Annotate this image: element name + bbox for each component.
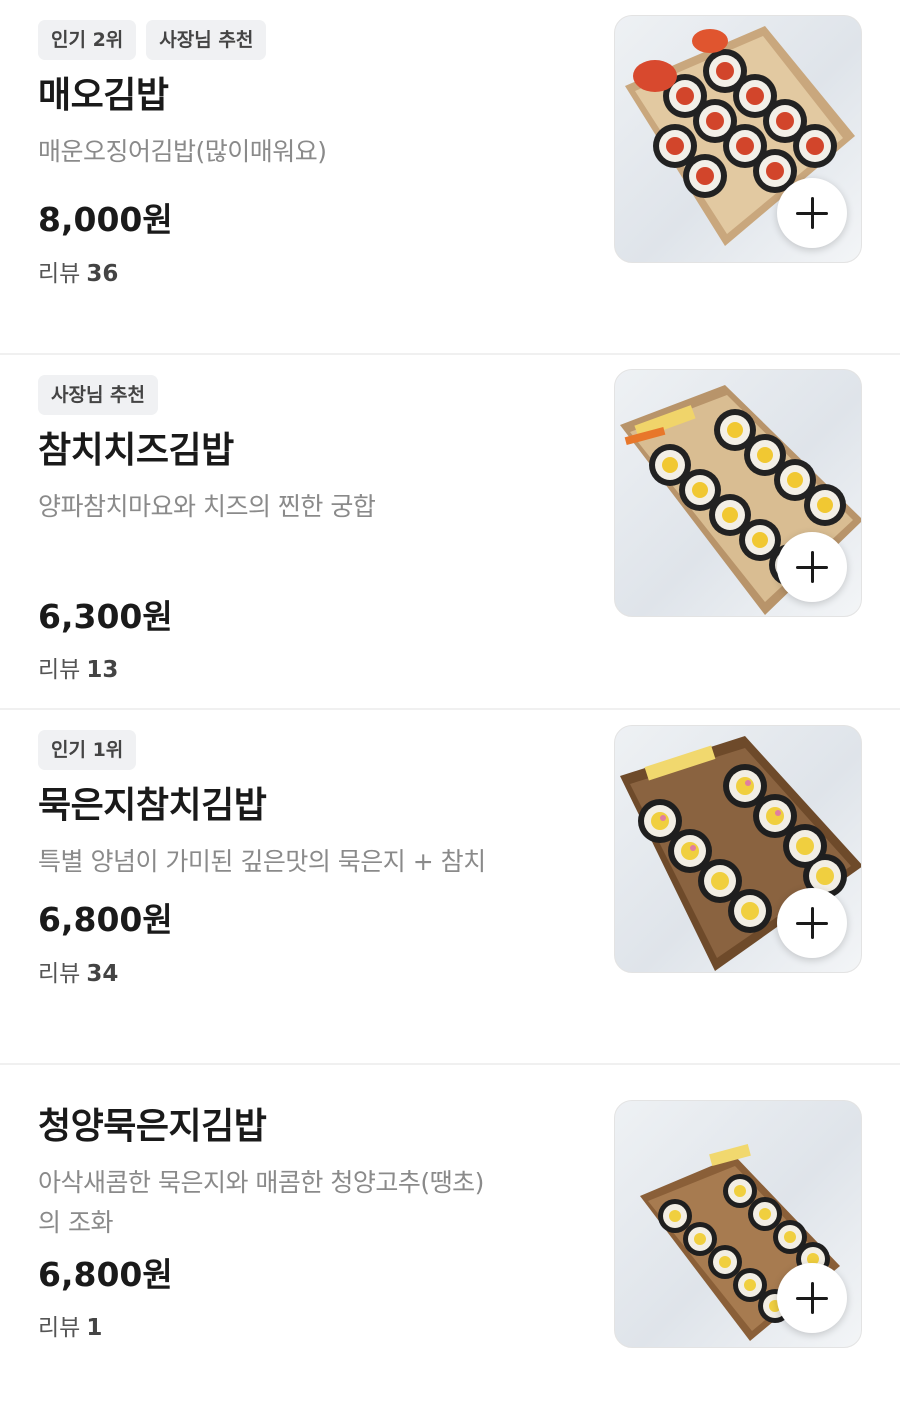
owner-recommend-badge: 사장님 추천 xyxy=(146,20,267,60)
plus-icon xyxy=(796,1282,828,1314)
menu-item-name: 묵은지참치김밥 xyxy=(38,785,267,826)
review-count: 36 xyxy=(86,261,119,287)
badge-row: 사장님 추천 xyxy=(38,375,578,415)
review-label: 리뷰 xyxy=(38,261,81,287)
add-to-cart-button[interactable] xyxy=(777,1263,847,1333)
menu-item-price: 6,800원 xyxy=(38,1255,173,1294)
menu-item[interactable]: 사장님 추천 참치치즈김밥 양파참치마요와 치즈의 찐한 궁합 6,300원 리… xyxy=(0,355,900,710)
menu-item[interactable]: 청양묵은지김밥 아삭새콤한 묵은지와 매콤한 청양고추(땡초) 의 조화 6,8… xyxy=(0,1065,900,1420)
menu-item-review: 리뷰 36 xyxy=(38,257,118,291)
add-to-cart-button[interactable] xyxy=(777,178,847,248)
review-count: 34 xyxy=(86,961,119,987)
menu-item-info: 인기 2위 사장님 추천 매오김밥 매운오징어김밥(많이매워요) 8,000원 … xyxy=(38,20,578,287)
plus-icon xyxy=(796,551,828,583)
popularity-badge: 인기 1위 xyxy=(38,730,137,770)
review-count: 1 xyxy=(86,1315,103,1341)
description-line: 의 조화 xyxy=(38,1208,113,1237)
menu-list: 인기 2위 사장님 추천 매오김밥 매운오징어김밥(많이매워요) 8,000원 … xyxy=(0,0,900,1420)
review-label: 리뷰 xyxy=(38,961,81,987)
menu-item-info: 청양묵은지김밥 아삭새콤한 묵은지와 매콤한 청양고추(땡초) 의 조화 6,8… xyxy=(38,1103,578,1341)
menu-item-description: 양파참치마요와 치즈의 찐한 궁합 xyxy=(38,492,376,521)
owner-recommend-badge: 사장님 추천 xyxy=(38,375,159,415)
menu-item-description: 아삭새콤한 묵은지와 매콤한 청양고추(땡초) 의 조화 xyxy=(38,1163,578,1243)
add-to-cart-button[interactable] xyxy=(777,888,847,958)
badge-row: 인기 1위 xyxy=(38,730,578,770)
cheongyang-kimchi-gimbap-photo[interactable] xyxy=(614,1100,862,1348)
menu-item-description: 매운오징어김밥(많이매워요) xyxy=(38,137,327,166)
menu-item-price: 8,000원 xyxy=(38,200,173,239)
menu-item-price: 6,800원 xyxy=(38,900,173,939)
tuna-cheese-gimbap-photo[interactable] xyxy=(614,369,862,617)
menu-item-review: 리뷰 13 xyxy=(38,653,118,687)
menu-item-description: 특별 양념이 가미된 깊은맛의 묵은지 + 참치 xyxy=(38,847,486,876)
menu-item-info: 인기 1위 묵은지참치김밥 특별 양념이 가미된 깊은맛의 묵은지 + 참치 6… xyxy=(38,730,578,987)
menu-item-name: 청양묵은지김밥 xyxy=(38,1106,267,1147)
kimchi-tuna-gimbap-photo[interactable] xyxy=(614,725,862,973)
spicy-squid-gimbap-photo[interactable] xyxy=(614,15,862,263)
plus-icon xyxy=(796,197,828,229)
popularity-badge: 인기 2위 xyxy=(38,20,137,60)
review-label: 리뷰 xyxy=(38,1315,81,1341)
menu-item[interactable]: 인기 2위 사장님 추천 매오김밥 매운오징어김밥(많이매워요) 8,000원 … xyxy=(0,0,900,355)
review-count: 13 xyxy=(86,657,119,683)
menu-item-review: 리뷰 34 xyxy=(38,957,118,991)
description-line: 아삭새콤한 묵은지와 매콤한 청양고추(땡초) xyxy=(38,1168,484,1197)
menu-item-price: 6,300원 xyxy=(38,597,173,636)
menu-item-name: 매오김밥 xyxy=(38,75,169,116)
menu-item-review: 리뷰 1 xyxy=(38,1311,102,1345)
add-to-cart-button[interactable] xyxy=(777,532,847,602)
menu-item-info: 사장님 추천 참치치즈김밥 양파참치마요와 치즈의 찐한 궁합 6,300원 리… xyxy=(38,375,578,683)
menu-item-name: 참치치즈김밥 xyxy=(38,430,234,471)
menu-item[interactable]: 인기 1위 묵은지참치김밥 특별 양념이 가미된 깊은맛의 묵은지 + 참치 6… xyxy=(0,710,900,1065)
review-label: 리뷰 xyxy=(38,657,81,683)
badge-row: 인기 2위 사장님 추천 xyxy=(38,20,578,60)
plus-icon xyxy=(796,907,828,939)
